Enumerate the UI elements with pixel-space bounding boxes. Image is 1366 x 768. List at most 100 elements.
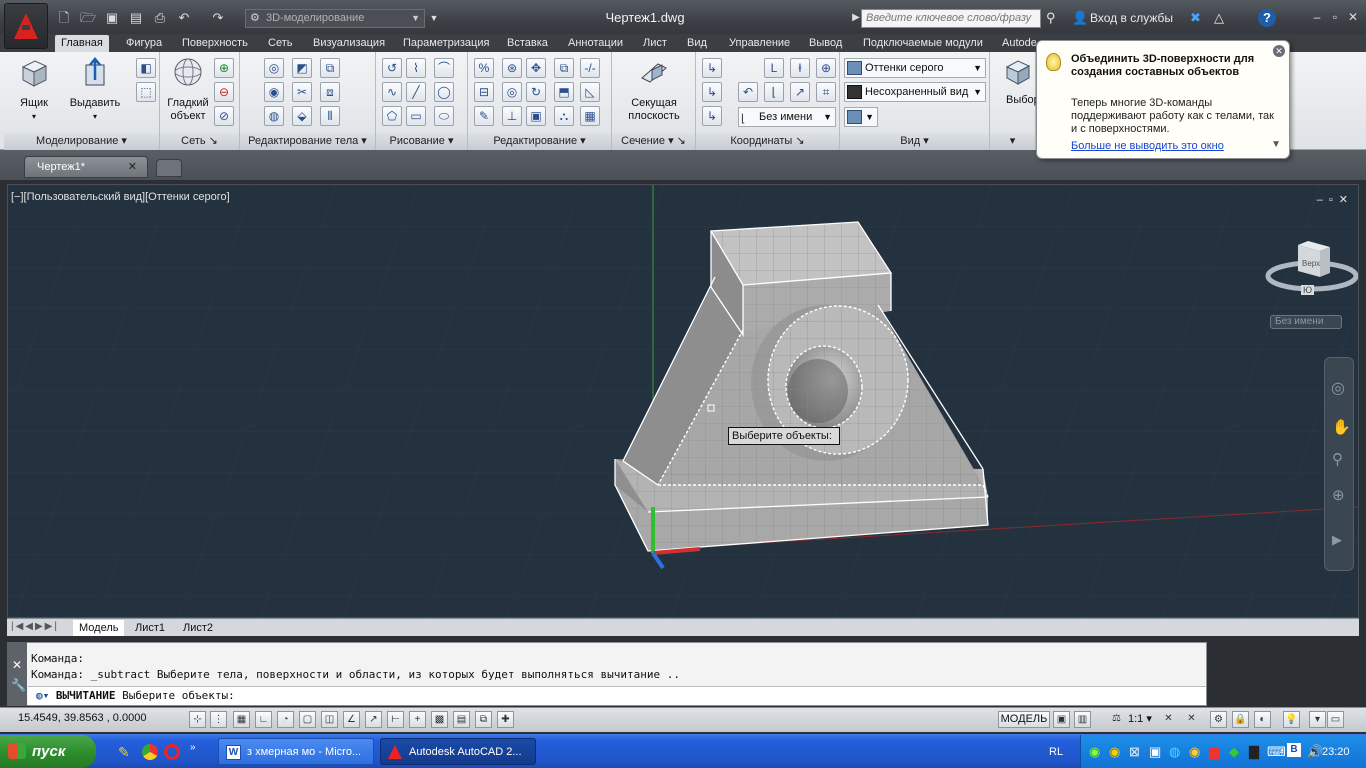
tab-output[interactable]: Вывод xyxy=(803,35,848,52)
binoculars-icon[interactable]: ⚲ xyxy=(1046,9,1056,27)
viewport-controls-label[interactable]: [−][Пользовательский вид][Оттенки серого… xyxy=(11,191,230,203)
panel-title-modeling[interactable]: Моделирование ▾ xyxy=(4,133,159,150)
modify-align-icon[interactable]: ⊟ xyxy=(474,82,494,102)
ortho-icon[interactable]: ∟ xyxy=(255,711,272,728)
auto-scale-icon[interactable]: ✕ xyxy=(1183,711,1200,728)
annotation-visibility-icon[interactable]: ✕ xyxy=(1160,711,1177,728)
quick-properties-icon[interactable]: ▤ xyxy=(453,711,470,728)
lock-icon[interactable]: 🔒 xyxy=(1232,711,1249,728)
tab-layout[interactable]: Лист xyxy=(637,35,673,52)
save-icon[interactable]: ▣ xyxy=(104,10,120,26)
signin-link[interactable]: Вход в службы xyxy=(1090,11,1173,25)
modify-pedit-icon[interactable]: ⛬ xyxy=(554,106,574,126)
modify-mirror-icon[interactable]: ⊥ xyxy=(502,106,522,126)
layout-tab-sheet1[interactable]: Лист1 xyxy=(129,620,171,636)
command-input[interactable]: ◍▾ ВЫЧИТАНИЕ Выберите объекты: xyxy=(28,686,1206,705)
workspace-switch-icon[interactable]: ⚙ xyxy=(1210,711,1227,728)
grid-icon[interactable]: ▦ xyxy=(233,711,250,728)
viewcube-top-face[interactable]: Верх xyxy=(1302,259,1320,268)
model-space-button[interactable]: МОДЕЛЬ xyxy=(998,711,1050,728)
tab-home[interactable]: Главная xyxy=(55,35,109,52)
smooth-object-button[interactable]: Гладкий объект xyxy=(164,56,212,123)
tray-app-icon-1[interactable]: ◉ xyxy=(1089,744,1100,760)
ucs-origin-icon[interactable]: ⱡ xyxy=(790,58,810,78)
language-indicator[interactable]: RL xyxy=(1049,746,1063,758)
command-line-handle[interactable]: ✕ 🔧 xyxy=(7,642,27,706)
separate-icon[interactable]: ⫴ xyxy=(320,106,340,126)
pan-icon[interactable]: ✋ xyxy=(1332,418,1351,436)
network-icon[interactable]: ⌨ xyxy=(1267,744,1286,760)
start-button[interactable]: пуск xyxy=(0,735,96,768)
close-icon[interactable]: ✕ xyxy=(12,658,22,672)
model-canvas[interactable] xyxy=(8,185,1359,618)
otrack-icon[interactable]: ∠ xyxy=(343,711,360,728)
balloon-dismiss-link[interactable]: Больше не выводить это окно xyxy=(1071,140,1224,152)
draw-line-icon[interactable]: ╱ xyxy=(406,82,426,102)
clean-screen-icon[interactable]: ▭ xyxy=(1327,711,1344,728)
a360-icon[interactable]: △ xyxy=(1214,9,1224,27)
shell-icon[interactable]: ⧉ xyxy=(320,58,340,78)
tab-parametric[interactable]: Параметризация xyxy=(397,35,495,52)
tab-mesh[interactable]: Сеть xyxy=(262,35,298,52)
tray-app-icon-5[interactable]: ◍ xyxy=(1169,744,1180,760)
volume-icon[interactable]: 🔊 xyxy=(1307,744,1323,760)
lineweight-icon[interactable]: + xyxy=(409,711,426,728)
drawing-viewport[interactable]: [−][Пользовательский вид][Оттенки серого… xyxy=(7,184,1359,618)
close-icon[interactable]: ✕ xyxy=(1273,45,1285,57)
interfere-icon[interactable]: ✂ xyxy=(292,82,312,102)
panel-title-section[interactable]: Сечение ▾ ↘ xyxy=(612,133,695,150)
dyn-icon[interactable]: ⊢ xyxy=(387,711,404,728)
file-tab-drawing1[interactable]: Чертеж1* ✕ xyxy=(24,156,148,178)
steering-wheel-icon[interactable]: ◎ xyxy=(1331,378,1345,398)
modify-scale-icon[interactable]: % xyxy=(474,58,494,78)
box-button[interactable]: Ящик ▾ xyxy=(10,56,58,123)
draw-polygon-icon[interactable]: ⬠ xyxy=(382,106,402,126)
expand-down-icon[interactable]: ▼ xyxy=(1271,139,1281,150)
presspull-icon[interactable]: ⬚ xyxy=(136,82,156,102)
viewcube-south[interactable]: Ю xyxy=(1301,285,1315,295)
extract-edges-icon[interactable]: ⧈ xyxy=(320,82,340,102)
selection-cycling-icon[interactable]: ⧉ xyxy=(475,711,492,728)
quicklaunch-icon[interactable]: ✎ xyxy=(118,744,130,761)
draw-spline-icon[interactable]: ∿ xyxy=(382,82,402,102)
ucs-previous-icon[interactable]: ↶ xyxy=(738,82,758,102)
tab-manage[interactable]: Управление xyxy=(723,35,796,52)
tab-annotate[interactable]: Аннотации xyxy=(562,35,629,52)
ucs-z-icon[interactable]: ↗ xyxy=(790,82,810,102)
named-view-select[interactable]: Несохраненный вид ▼ xyxy=(844,82,986,102)
ucs-3point-icon[interactable]: ⌗ xyxy=(816,82,836,102)
minimize-icon[interactable]: – xyxy=(1308,8,1326,26)
annotation-scale[interactable]: 1:1 ▾ xyxy=(1128,712,1152,725)
tray-app-icon-7[interactable]: ▆ xyxy=(1209,744,1219,760)
3d-rotate-icon[interactable]: ⊛ xyxy=(502,58,522,78)
section-plane-button[interactable]: Секущая плоскость xyxy=(624,56,684,123)
draw-helix-icon[interactable]: ⌇ xyxy=(406,58,426,78)
panel-title-mesh[interactable]: Сеть ↘ xyxy=(160,133,239,150)
annotation-monitor-icon[interactable]: ✚ xyxy=(497,711,514,728)
close-icon[interactable]: ✕ xyxy=(1344,8,1362,26)
panel-title-solid-editing[interactable]: Редактирование тела ▾ xyxy=(240,133,375,150)
tab-autodesk360[interactable]: Autodesk 360 xyxy=(996,35,1036,52)
modify-rotate-icon[interactable]: ↻ xyxy=(526,82,546,102)
mesh-smooth-less-icon[interactable]: ⊖ xyxy=(214,82,234,102)
ucs-world-icon[interactable]: L xyxy=(764,58,784,78)
ucs-face-icon[interactable]: ↳ xyxy=(702,82,722,102)
panel-title-selection[interactable]: ▾ xyxy=(990,133,1035,150)
polar-icon[interactable]: ◔ xyxy=(277,711,294,728)
layout-tab-model[interactable]: Модель xyxy=(73,620,125,636)
tab-view[interactable]: Вид xyxy=(681,35,713,52)
viewport-window-controls[interactable]: –▫✕ xyxy=(1317,193,1354,206)
tray-app-icon-2[interactable]: ◉ xyxy=(1109,744,1120,760)
undo-icon[interactable]: ↶ xyxy=(176,10,192,26)
ucs-named-select[interactable]: ⌊ Без имени ▼ xyxy=(738,107,836,127)
draw-circle-icon[interactable]: ◯ xyxy=(434,82,454,102)
close-icon[interactable]: ✕ xyxy=(128,157,137,177)
infer-constraints-icon[interactable]: ⊹ xyxy=(189,711,206,728)
ucs-view-icon[interactable]: ⊕ xyxy=(816,58,836,78)
redo-icon[interactable]: ↷ xyxy=(210,10,226,26)
visual-style-select[interactable]: Оттенки серого ▼ xyxy=(844,58,986,78)
subtract-icon[interactable]: ◉ xyxy=(264,82,284,102)
mesh-smooth-more-icon[interactable]: ⊕ xyxy=(214,58,234,78)
qat-customize-icon[interactable]: ▼ xyxy=(426,10,442,26)
snap-icon[interactable]: ⋮ xyxy=(210,711,227,728)
